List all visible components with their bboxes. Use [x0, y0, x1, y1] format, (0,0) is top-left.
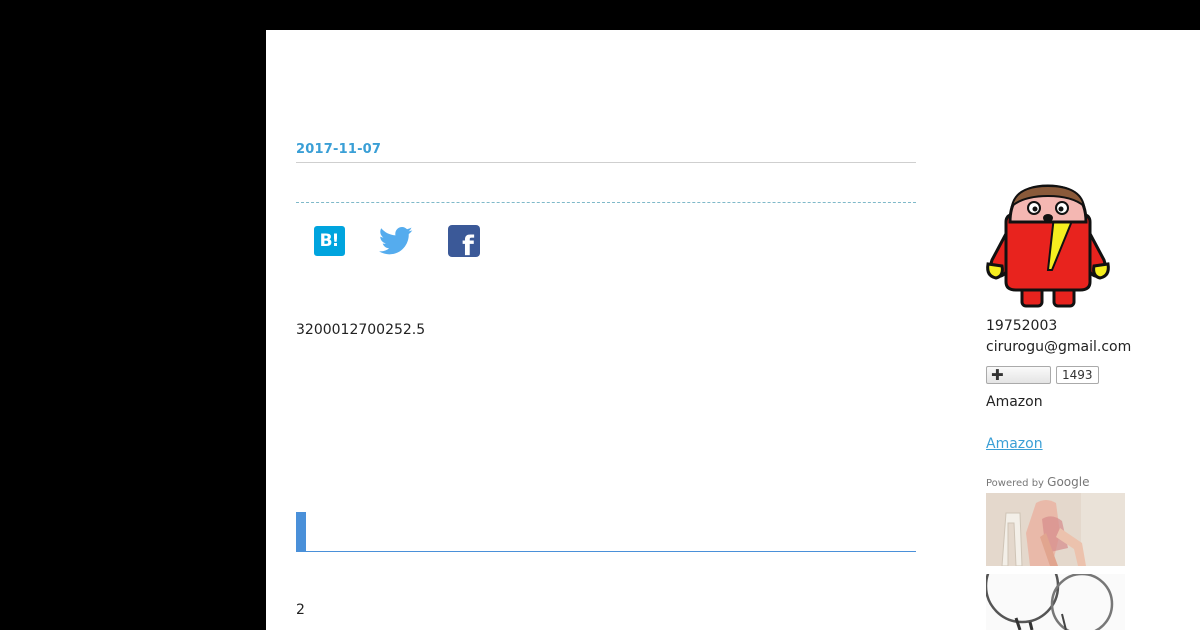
follower-count: 1493 — [1056, 366, 1099, 384]
amazon-link[interactable]: Amazon — [986, 436, 1043, 452]
ad-image-sketch[interactable] — [986, 574, 1125, 630]
follow-button[interactable]: ✚ — [986, 366, 1051, 384]
hatena-bookmark-button[interactable]: B! — [312, 224, 346, 258]
blog-page: 2017-11-07 B! f 3200012700252.5 2 197520… — [266, 30, 1200, 630]
facebook-share-button[interactable]: f — [447, 224, 481, 258]
section-heading — [296, 512, 916, 552]
date-divider — [296, 162, 916, 163]
section-paragraph: 2 — [296, 602, 305, 618]
ad-sketch-graphic — [986, 574, 1125, 630]
google-logo: Google — [1047, 475, 1090, 489]
sidebar-user-id: 19752003 — [986, 318, 1058, 334]
facebook-icon-glyph: f — [462, 231, 474, 257]
twitter-share-button[interactable] — [379, 224, 413, 258]
powered-by-text: Powered by — [986, 478, 1044, 489]
amazon-heading: Amazon — [986, 394, 1043, 410]
section-heading-bar — [296, 512, 306, 551]
hatena-bookmark-icon: B! — [313, 226, 345, 256]
facebook-icon: f — [448, 225, 480, 257]
ad-photo-graphic — [986, 493, 1125, 566]
follow-widget: ✚ 1493 — [986, 365, 1099, 385]
dotted-divider — [296, 202, 916, 203]
profile-avatar[interactable] — [982, 182, 1114, 308]
sidebar-email: cirurogu@gmail.com — [986, 339, 1132, 355]
twitter-bird-icon — [379, 226, 413, 255]
plus-icon: ✚ — [991, 365, 1004, 384]
ad-image-photo[interactable] — [986, 493, 1125, 566]
powered-by-google: Powered by Google — [986, 475, 1089, 489]
post-body-text: 3200012700252.5 — [296, 322, 426, 338]
post-date[interactable]: 2017-11-07 — [296, 142, 381, 157]
